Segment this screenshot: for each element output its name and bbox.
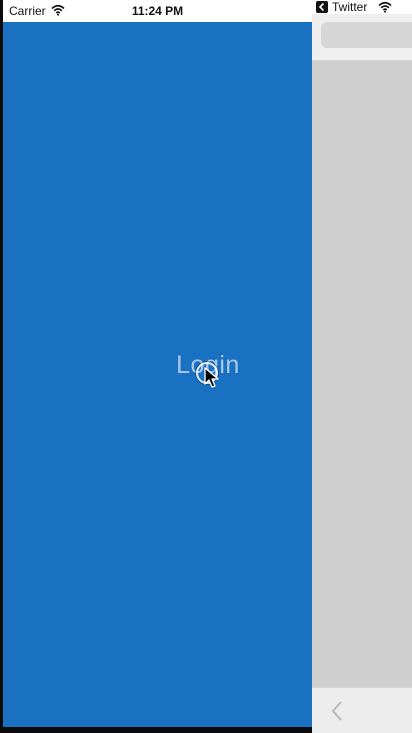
cursor-icon <box>204 367 219 388</box>
main-screen: Carrier 11:24 PM Login <box>3 0 312 727</box>
status-bar: Carrier 11:24 PM <box>3 0 312 22</box>
status-time: 11:24 PM <box>131 4 184 18</box>
chevron-left-icon[interactable] <box>316 1 328 13</box>
side-status-bar: Twitter <box>312 0 412 14</box>
side-toolbar <box>312 687 412 733</box>
search-field[interactable] <box>321 22 412 48</box>
back-to-app-label[interactable]: Twitter <box>332 0 367 14</box>
side-navigation-bar <box>312 14 412 61</box>
wifi-icon <box>378 1 392 13</box>
back-chevron-icon[interactable] <box>330 700 344 722</box>
twitter-panel: Twitter <box>312 0 412 733</box>
